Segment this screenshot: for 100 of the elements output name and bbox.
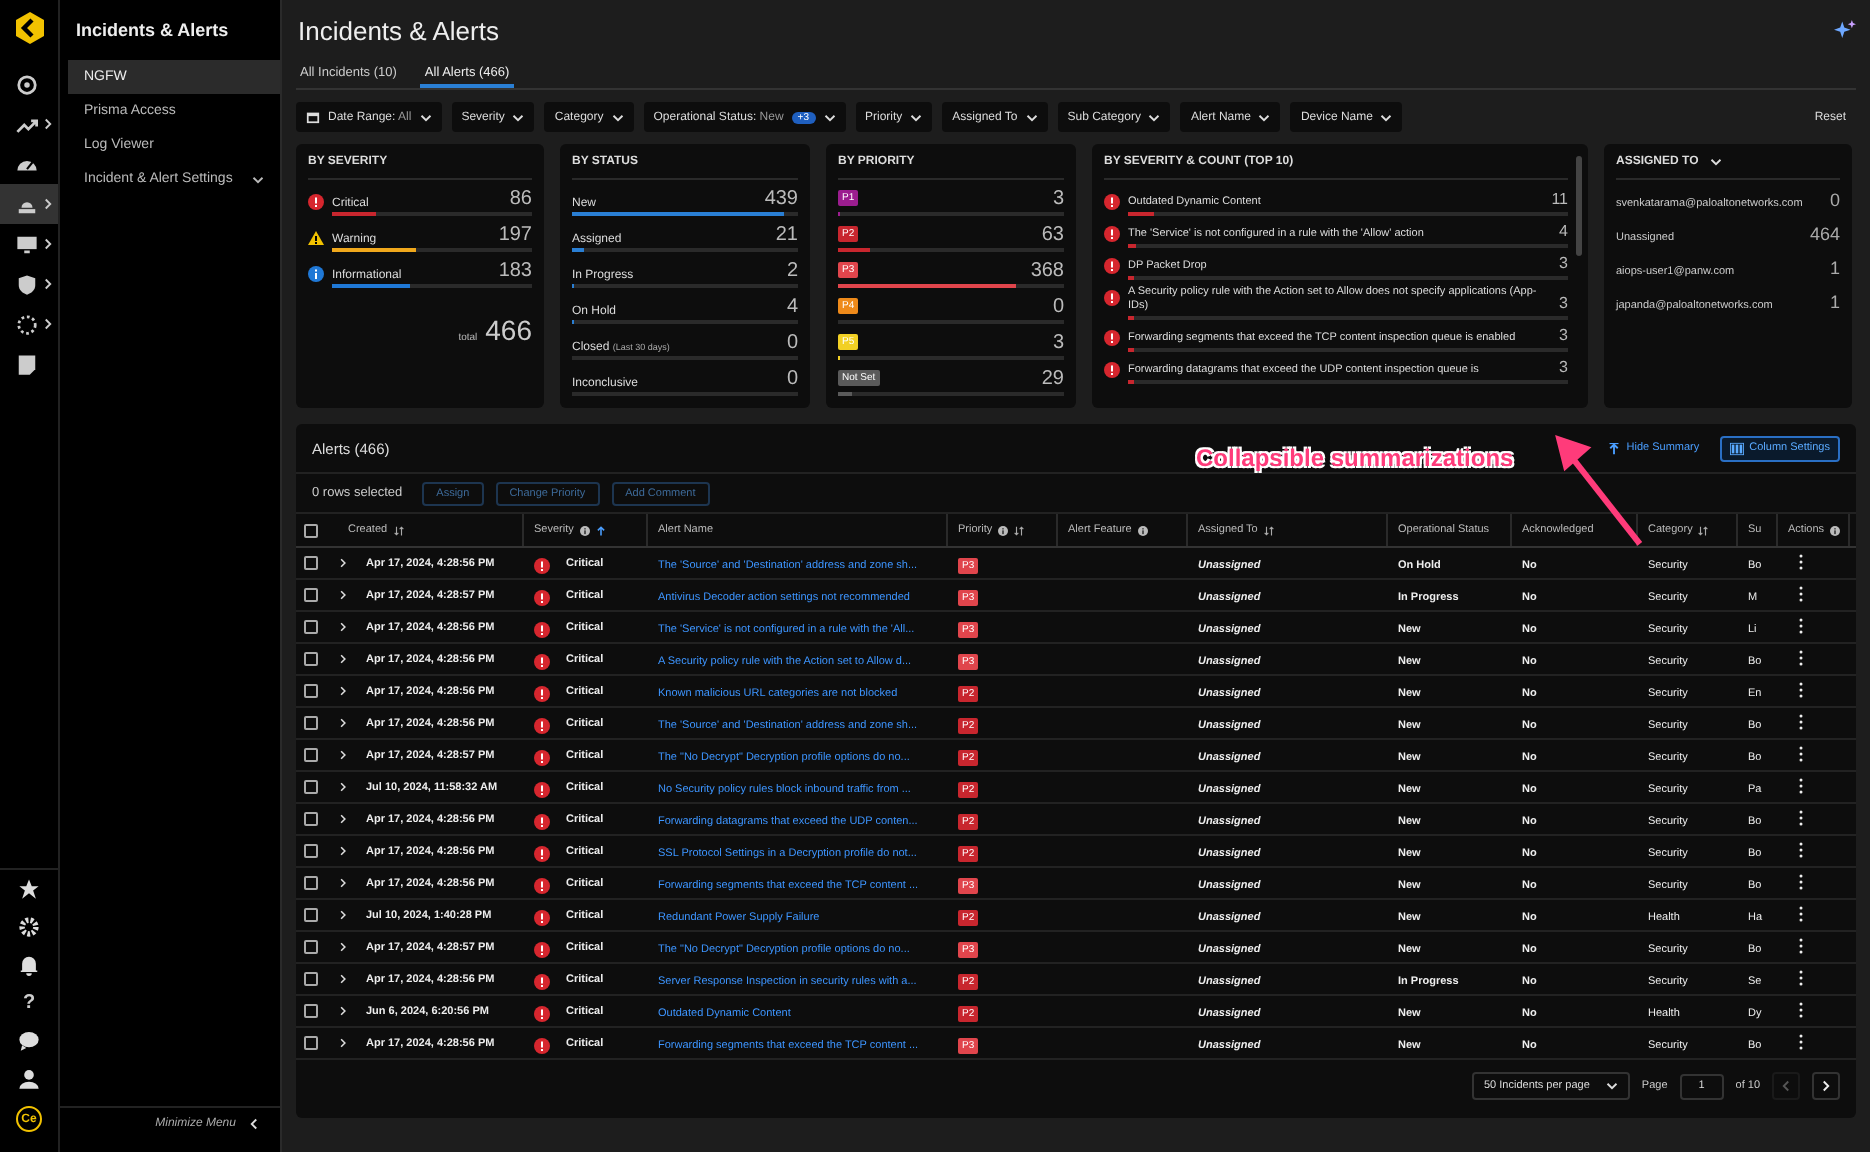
chevron-down-icon bbox=[823, 111, 835, 123]
row-checkbox[interactable] bbox=[304, 684, 318, 698]
more-icon[interactable] bbox=[1798, 777, 1804, 793]
row-checkbox[interactable] bbox=[304, 556, 318, 570]
more-icon[interactable] bbox=[1798, 553, 1804, 569]
critical-icon bbox=[534, 909, 550, 925]
more-icon[interactable] bbox=[1798, 649, 1804, 665]
row-checkbox[interactable] bbox=[304, 940, 318, 954]
help-icon[interactable]: ? bbox=[22, 992, 36, 1014]
critical-icon bbox=[534, 781, 550, 797]
expand-icon[interactable] bbox=[338, 878, 348, 888]
row-checkbox[interactable] bbox=[304, 876, 318, 890]
info-icon[interactable] bbox=[1137, 525, 1148, 535]
expand-icon[interactable] bbox=[338, 814, 348, 824]
chevron-down-icon bbox=[1025, 111, 1038, 123]
sparkle-icon[interactable] bbox=[1834, 19, 1856, 41]
chevron-down-icon bbox=[910, 111, 923, 123]
row-checkbox[interactable] bbox=[304, 716, 318, 730]
row-checkbox[interactable] bbox=[304, 1036, 318, 1050]
expand-icon[interactable] bbox=[338, 718, 348, 728]
row-checkbox[interactable] bbox=[304, 748, 318, 762]
settings-icon[interactable] bbox=[18, 916, 40, 938]
annotation-text: Collapsible summarizations bbox=[1196, 444, 1514, 472]
row-checkbox[interactable] bbox=[304, 588, 318, 602]
more-icon[interactable] bbox=[1798, 873, 1804, 889]
chevron-icon bbox=[252, 173, 264, 185]
next-page-button[interactable] bbox=[1812, 1072, 1840, 1100]
expand-icon[interactable] bbox=[338, 974, 348, 984]
expand-icon[interactable] bbox=[338, 782, 348, 792]
chevron-down-icon bbox=[1605, 1080, 1618, 1092]
count: 464 bbox=[1809, 224, 1840, 244]
expand-icon[interactable] bbox=[338, 558, 348, 568]
star-icon[interactable] bbox=[18, 878, 40, 900]
sort-icon[interactable] bbox=[1014, 525, 1025, 535]
count: 197 bbox=[498, 226, 532, 246]
sort-icon[interactable] bbox=[393, 525, 404, 535]
count: 1 bbox=[1829, 258, 1840, 278]
expand-icon[interactable] bbox=[338, 654, 348, 664]
expand-icon[interactable] bbox=[338, 686, 348, 696]
more-icon[interactable] bbox=[1798, 937, 1804, 953]
more-icon[interactable] bbox=[1798, 713, 1804, 729]
row-checkbox[interactable] bbox=[304, 844, 318, 858]
dashed-circle-icon bbox=[16, 313, 38, 335]
count: 21 bbox=[775, 226, 798, 246]
total-count: 466 bbox=[485, 314, 532, 346]
expand-icon[interactable] bbox=[338, 846, 348, 856]
expand-icon[interactable] bbox=[338, 942, 348, 952]
more-icon[interactable] bbox=[1798, 809, 1804, 825]
more-icon[interactable] bbox=[1798, 905, 1804, 921]
info-icon[interactable] bbox=[579, 525, 590, 535]
info-icon[interactable] bbox=[1830, 525, 1841, 535]
sort-icon[interactable] bbox=[1263, 525, 1274, 535]
row-checkbox[interactable] bbox=[304, 908, 318, 922]
expand-icon[interactable] bbox=[338, 910, 348, 920]
count: 4 bbox=[786, 298, 798, 318]
radar-icon bbox=[16, 73, 38, 95]
bell-icon[interactable] bbox=[18, 954, 40, 976]
row-checkbox[interactable] bbox=[304, 780, 318, 794]
chevron-down-icon bbox=[419, 111, 432, 123]
user-icon[interactable] bbox=[18, 1068, 40, 1090]
sort-icon[interactable] bbox=[1698, 525, 1709, 535]
more-icon[interactable] bbox=[1798, 745, 1804, 761]
more-icon[interactable] bbox=[1798, 681, 1804, 697]
expand-icon[interactable] bbox=[338, 622, 348, 632]
row-checkbox[interactable] bbox=[304, 620, 318, 634]
critical-icon bbox=[534, 621, 550, 637]
expand-icon[interactable] bbox=[338, 1038, 348, 1048]
row-checkbox[interactable] bbox=[304, 812, 318, 826]
page-title: Incidents & Alerts bbox=[296, 15, 499, 45]
logo-icon[interactable] bbox=[13, 12, 45, 44]
select-all-checkbox[interactable] bbox=[304, 523, 318, 537]
row-checkbox[interactable] bbox=[304, 1004, 318, 1018]
count: 3 bbox=[1559, 254, 1568, 274]
sort-ascending-icon[interactable] bbox=[595, 525, 606, 535]
arrow-up-icon bbox=[1608, 441, 1621, 455]
expand-icon[interactable] bbox=[338, 1006, 348, 1016]
critical-icon bbox=[1104, 226, 1120, 242]
more-icon[interactable] bbox=[1798, 1033, 1804, 1049]
more-icon[interactable] bbox=[1798, 1001, 1804, 1017]
calendar-icon bbox=[306, 110, 320, 124]
count: 1 bbox=[1829, 292, 1840, 312]
count: 3 bbox=[1559, 294, 1568, 314]
row-checkbox[interactable] bbox=[304, 972, 318, 986]
count: 63 bbox=[1041, 226, 1064, 246]
chat-icon[interactable] bbox=[18, 1030, 40, 1052]
row-checkbox[interactable] bbox=[304, 652, 318, 666]
chevron-down-icon bbox=[1258, 111, 1271, 123]
count: 86 bbox=[509, 190, 532, 210]
more-icon[interactable] bbox=[1798, 585, 1804, 601]
count: 29 bbox=[1041, 370, 1064, 390]
collapse-icon[interactable] bbox=[248, 1118, 260, 1130]
chevron-down-icon[interactable] bbox=[1710, 156, 1723, 168]
expand-icon[interactable] bbox=[338, 750, 348, 760]
expand-icon[interactable] bbox=[338, 590, 348, 600]
more-icon[interactable] bbox=[1798, 617, 1804, 633]
more-icon[interactable] bbox=[1798, 841, 1804, 857]
rail-item[interactable] bbox=[0, 184, 58, 224]
more-icon[interactable] bbox=[1798, 969, 1804, 985]
scrollbar[interactable] bbox=[1576, 156, 1582, 256]
info-icon[interactable] bbox=[998, 525, 1009, 535]
